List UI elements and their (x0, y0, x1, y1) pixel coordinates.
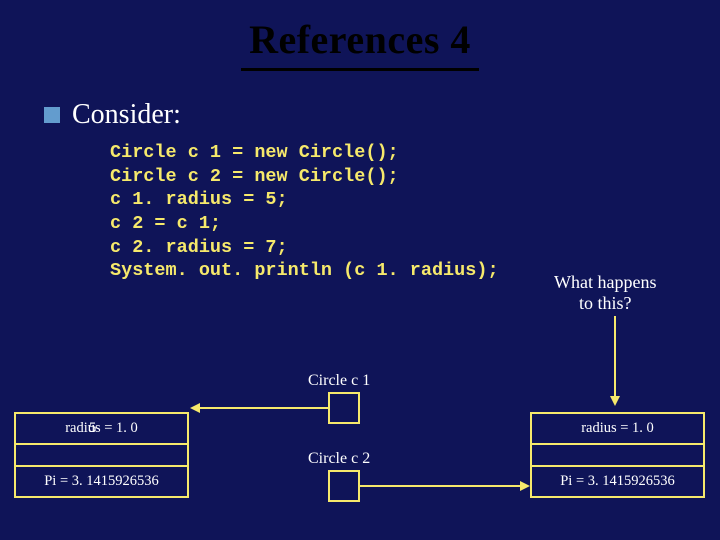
left-gap (16, 443, 187, 465)
square-bullet-icon (44, 107, 60, 123)
arrow-right-icon (520, 481, 530, 491)
right-pi-cell: Pi = 3. 1415926536 (532, 465, 703, 496)
pointer-box-c1 (328, 392, 360, 424)
arrow-c2-to-right (360, 485, 520, 487)
left-radius-overlay: 5 (89, 420, 96, 437)
what-happens-line1: What happens (554, 272, 656, 292)
object-box-left: radius = 1. 0 5 Pi = 3. 1415926536 (14, 412, 189, 498)
left-radius-cell: radius = 1. 0 5 (16, 414, 187, 443)
arrow-left-icon (190, 403, 200, 413)
arrow-c1-to-left (199, 407, 328, 409)
arrow-down-icon (610, 396, 620, 406)
what-happens-line2: to this? (579, 293, 632, 313)
left-pi-cell: Pi = 3. 1415926536 (16, 465, 187, 496)
pointer-box-c2 (328, 470, 360, 502)
arrow-to-right-object (614, 316, 616, 398)
bullet-row: Consider: (44, 99, 720, 131)
right-gap (532, 443, 703, 465)
what-happens-text: What happens to this? (554, 272, 656, 313)
slide-title: References 4 (241, 18, 479, 71)
left-radius-value: radius = 1. 0 (65, 420, 138, 436)
right-radius-cell: radius = 1. 0 (532, 414, 703, 443)
consider-label: Consider: (72, 99, 181, 131)
label-c1: Circle c 1 (308, 372, 370, 390)
label-c2: Circle c 2 (308, 450, 370, 468)
object-box-right: radius = 1. 0 Pi = 3. 1415926536 (530, 412, 705, 498)
code-block: Circle c 1 = new Circle(); Circle c 2 = … (110, 141, 720, 283)
